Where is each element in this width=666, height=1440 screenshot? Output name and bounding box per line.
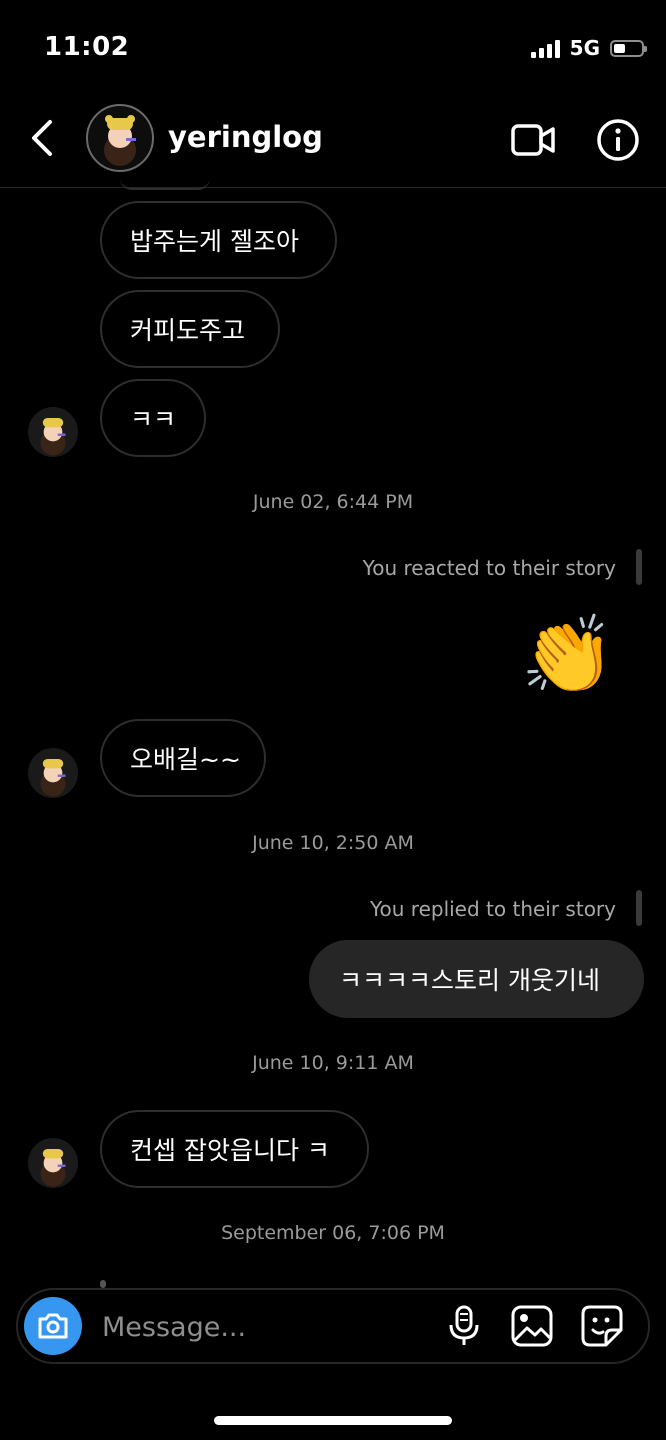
message-bubble[interactable]: 커피도주고 (100, 290, 280, 368)
chat-header: yeringlog (0, 100, 666, 188)
sender-avatar[interactable] (28, 407, 78, 457)
microphone-icon[interactable] (442, 1304, 486, 1348)
camera-button[interactable] (24, 1297, 82, 1355)
timestamp: June 10, 2:50 AM (252, 832, 414, 854)
battery-icon (610, 39, 647, 57)
timestamp: September 06, 7:06 PM (221, 1222, 445, 1244)
chat-username[interactable]: yeringlog (168, 120, 323, 154)
info-icon[interactable] (596, 118, 640, 162)
network-label: 5G (569, 36, 600, 60)
typing-indicator (100, 1280, 106, 1288)
timestamp: June 02, 6:44 PM (252, 491, 414, 513)
avatar-image (40, 1148, 66, 1187)
message-bubble[interactable]: ㅋㅋ (100, 379, 206, 457)
avatar-image (40, 417, 66, 456)
signal-icon (530, 38, 560, 58)
sticker-icon[interactable] (580, 1304, 624, 1348)
message-bubble[interactable]: 오배길~~ (100, 719, 266, 797)
video-camera-icon[interactable] (510, 120, 556, 160)
avatar-image (104, 115, 136, 166)
clapping-hands-reaction[interactable]: 👏 (518, 605, 618, 705)
avatar[interactable] (86, 104, 154, 172)
message-input[interactable] (100, 1304, 424, 1350)
chevron-left-icon[interactable] (26, 118, 62, 158)
gallery-icon[interactable] (510, 1304, 554, 1348)
message-bubble-partial (120, 178, 210, 190)
story-reaction-note: You reacted to their story (362, 556, 616, 580)
message-bubble[interactable]: 밥주는게 젤조아 (100, 201, 337, 279)
sender-avatar[interactable] (28, 1138, 78, 1188)
avatar-image (40, 758, 66, 797)
status-time: 11:02 (44, 32, 130, 62)
story-preview-bar[interactable] (636, 890, 642, 926)
story-reply-note: You replied to their story (369, 897, 616, 921)
message-composer (16, 1288, 650, 1364)
status-icons: 5G (530, 36, 647, 60)
message-bubble[interactable]: 컨셉 잡앗읍니다 ㅋ (100, 1110, 369, 1188)
message-bubble-outgoing[interactable]: ㅋㅋㅋㅋ스토리 개웃기네 (309, 940, 644, 1018)
sender-avatar[interactable] (28, 748, 78, 798)
home-indicator[interactable] (214, 1416, 452, 1425)
story-preview-bar[interactable] (636, 549, 642, 585)
camera-icon (38, 1313, 68, 1339)
timestamp: June 10, 9:11 AM (252, 1052, 414, 1074)
